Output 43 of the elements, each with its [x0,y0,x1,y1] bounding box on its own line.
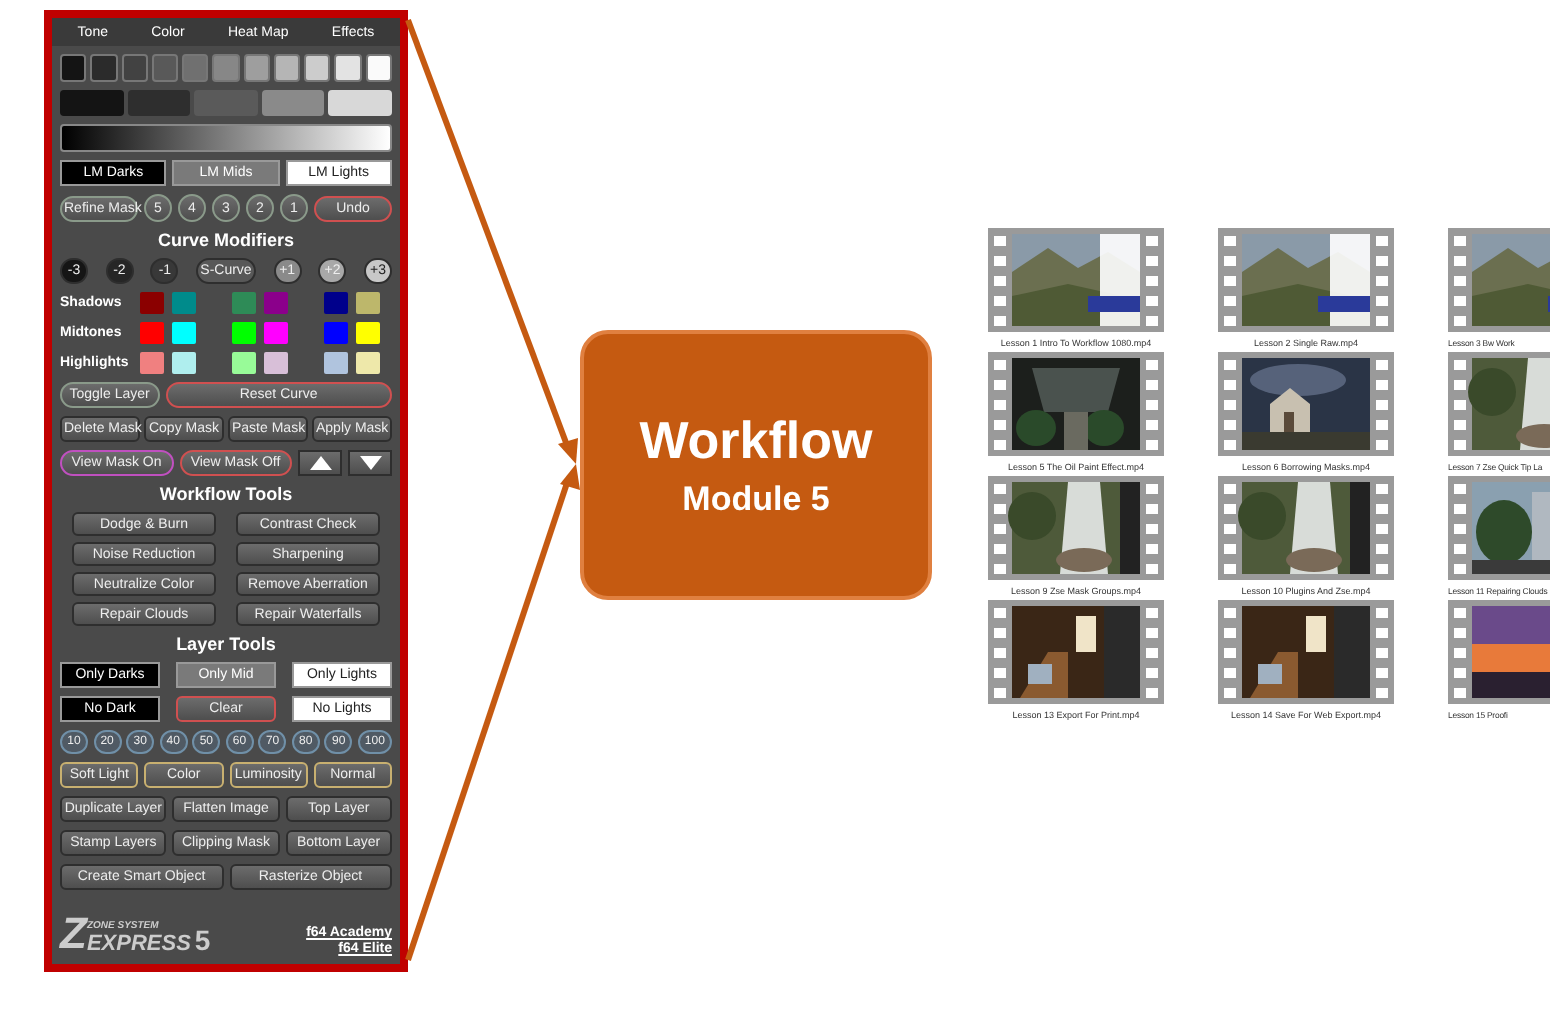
color-swatch[interactable] [356,322,380,344]
up-triangle-icon [309,456,331,470]
tone-swatch[interactable] [121,54,148,82]
tone-swatch[interactable] [273,54,301,82]
section-heading: Layer Tools [174,634,278,654]
color-swatch[interactable] [232,292,256,314]
logo-version: 5 [194,924,211,956]
callout-subtitle: Module 5 [682,480,830,520]
section-heading: Workflow Tools [157,484,295,504]
color-swatch[interactable] [140,322,164,344]
tone-swatch[interactable] [182,54,209,82]
color-swatch[interactable] [356,292,380,314]
color-swatch[interactable] [356,352,380,374]
color-swatch[interactable] [264,292,288,314]
tone-swatch[interactable] [151,54,179,82]
down-triangle-icon [359,456,381,470]
color-swatch[interactable] [324,322,348,344]
color-swatch[interactable] [140,352,164,374]
tone-swatch[interactable] [212,54,240,82]
color-swatch[interactable] [324,352,348,374]
color-swatch[interactable] [264,352,288,374]
color-swatch[interactable] [140,292,164,314]
tone-swatch[interactable] [60,54,87,82]
up-arrow-button[interactable] [298,450,342,476]
color-swatch[interactable] [232,352,256,374]
callout-title: Workflow [639,410,873,472]
color-swatch[interactable] [264,322,288,344]
logo-text: EXPRESS [86,932,191,956]
tone-swatch[interactable] [243,54,270,82]
tone-swatch[interactable] [334,54,362,82]
color-swatch[interactable] [324,292,348,314]
color-swatch[interactable] [172,352,196,374]
tone-swatch[interactable] [90,54,118,82]
tone-swatch[interactable] [365,54,392,82]
color-swatch[interactable] [232,322,256,344]
down-arrow-button[interactable] [348,450,392,476]
color-swatch[interactable] [172,292,196,314]
color-swatch[interactable] [172,322,196,344]
section-heading: Curve Modifiers [155,230,296,250]
tone-swatch[interactable] [304,54,331,82]
tone-block[interactable] [261,90,325,116]
tone-block[interactable] [127,90,191,116]
logo-letter: Z [60,912,87,956]
